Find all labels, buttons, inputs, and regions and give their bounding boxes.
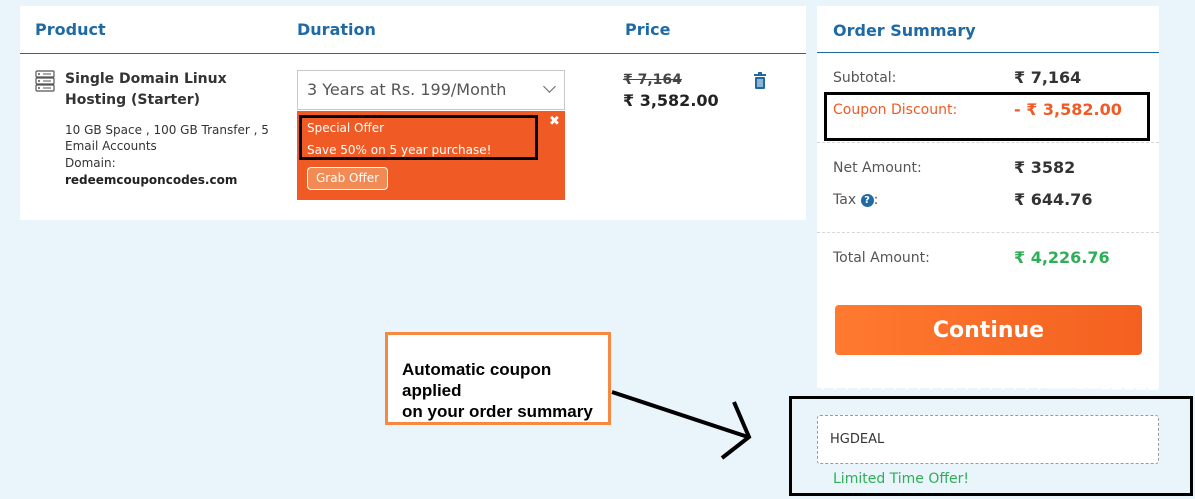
offer-text: Save 50% on 5 year purchase! <box>307 143 492 157</box>
summary-separator <box>817 232 1159 233</box>
continue-button[interactable]: Continue <box>835 305 1142 355</box>
chevron-down-icon <box>543 80 556 93</box>
tax-value: ₹ 644.76 <box>1014 190 1093 209</box>
domain-name: redeemcouponcodes.com <box>65 173 238 187</box>
help-icon[interactable]: ? <box>860 194 874 207</box>
price-column-header: Price <box>625 20 671 39</box>
domain-label: Domain: <box>65 156 116 170</box>
duration-selected-value: 3 Years at Rs. 199/Month <box>307 80 507 99</box>
subtotal-value: ₹ 7,164 <box>1014 68 1082 87</box>
annotation-line: on your order summary <box>402 402 593 421</box>
tax-label-row: Tax ?: <box>833 192 878 208</box>
summary-divider <box>817 52 1159 53</box>
duration-column-header: Duration <box>297 20 376 39</box>
product-title: Single Domain Linux Hosting (Starter) <box>65 71 227 108</box>
subtotal-label: Subtotal: <box>833 70 897 86</box>
annotation-line: Automatic coupon applied <box>402 360 552 400</box>
product-features: 10 GB Space , 100 GB Transfer , 5 Email … <box>65 123 269 153</box>
special-offer-box: Special Offer Save 50% on 5 year purchas… <box>297 111 565 200</box>
annotation-callout: Automatic coupon applied on your order s… <box>385 332 611 425</box>
total-amount-label: Total Amount: <box>833 250 930 266</box>
annotation-text: Automatic coupon applied on your order s… <box>402 359 608 422</box>
server-icon <box>35 70 55 92</box>
net-amount-label: Net Amount: <box>833 160 922 176</box>
header-divider <box>20 53 806 54</box>
tax-label: Tax <box>833 192 857 208</box>
order-summary-title: Order Summary <box>833 21 976 40</box>
cart-table: Product Duration Price Single Domain Lin… <box>20 6 806 220</box>
total-amount-value: ₹ 4,226.76 <box>1014 248 1110 267</box>
close-icon[interactable]: ✖ <box>549 114 560 129</box>
discounted-price: ₹ 3,582.00 <box>623 91 719 110</box>
summary-separator <box>817 142 1159 143</box>
original-price: ₹ 7,164 <box>623 72 682 88</box>
order-summary-panel: Order Summary Subtotal: ₹ 7,164 Coupon D… <box>817 6 1159 388</box>
net-amount-value: ₹ 3582 <box>1014 158 1076 177</box>
tax-colon: : <box>873 192 879 208</box>
offer-title: Special Offer <box>307 121 385 135</box>
duration-select[interactable]: 3 Years at Rs. 199/Month <box>297 70 565 110</box>
receipt-edge <box>817 384 1159 390</box>
coupon-highlight-box <box>789 396 1193 496</box>
discount-highlight-box <box>824 92 1150 141</box>
grab-offer-button[interactable]: Grab Offer <box>307 167 389 190</box>
product-column-header: Product <box>35 20 106 39</box>
trash-icon[interactable] <box>753 72 767 89</box>
